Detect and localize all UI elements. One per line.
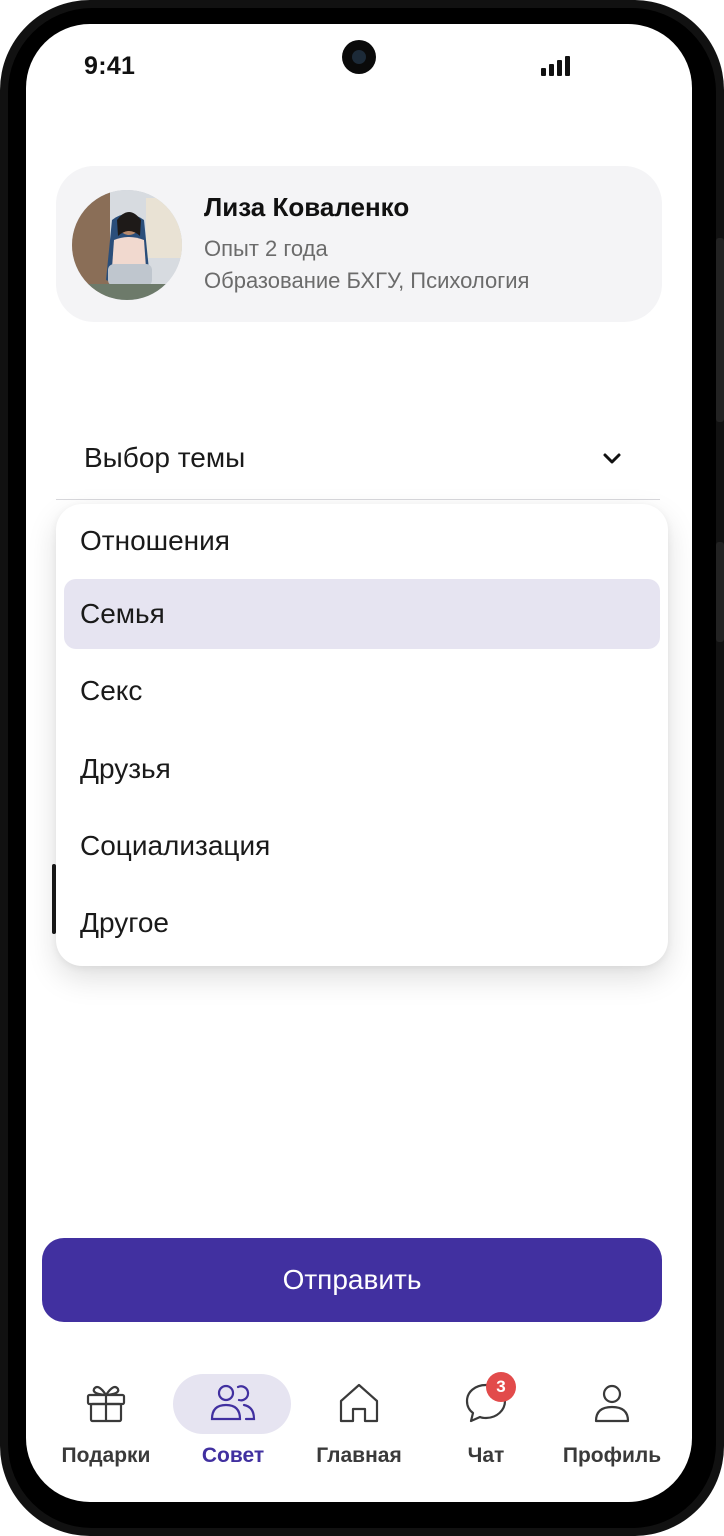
nav-home-label: Главная [316, 1444, 402, 1467]
topic-option-other[interactable]: Другое [64, 888, 660, 958]
experience-text: Опыт 2 года [204, 236, 328, 261]
chat-badge: 3 [486, 1372, 516, 1402]
screen: 9:41 Лиза Коваленко Опыт 2 года Образова… [26, 24, 692, 1502]
topic-option-family[interactable]: Семья [64, 579, 660, 649]
nav-advice[interactable]: Совет [171, 1372, 295, 1482]
topic-select-label: Выбор темы [84, 442, 246, 473]
chevron-down-icon [603, 453, 621, 464]
nav-chat[interactable]: 3 Чат [424, 1372, 548, 1482]
home-icon [339, 1383, 379, 1423]
topic-select[interactable]: Выбор темы [56, 424, 660, 500]
nav-home[interactable]: Главная [297, 1372, 421, 1482]
signal-icon [541, 56, 570, 76]
education-text: Образование БХГУ, Психология [204, 268, 530, 293]
side-button-volume [716, 542, 724, 642]
avatar [72, 190, 182, 300]
topic-option-socialization[interactable]: Социализация [64, 811, 660, 881]
topic-option-friends[interactable]: Друзья [64, 734, 660, 804]
nav-profile-label: Профиль [562, 1444, 662, 1467]
users-icon [210, 1384, 256, 1421]
psychologist-card[interactable]: Лиза Коваленко Опыт 2 года Образование Б… [56, 166, 662, 322]
nav-gifts-label: Подарки [61, 1444, 151, 1467]
psychologist-name: Лиза Коваленко [204, 192, 410, 222]
nav-gifts[interactable]: Подарки [44, 1372, 168, 1482]
side-button-power [716, 238, 724, 422]
phone-frame: 9:41 Лиза Коваленко Опыт 2 года Образова… [0, 0, 724, 1536]
topic-option-sex[interactable]: Секс [64, 656, 660, 726]
gift-icon [86, 1385, 126, 1423]
topic-dropdown: Отношения Семья Секс Друзья Социализация… [56, 504, 668, 966]
person-icon [594, 1384, 630, 1423]
topic-option-relationships[interactable]: Отношения [64, 506, 660, 576]
nav-chat-label: Чат [467, 1444, 505, 1467]
status-time: 9:41 [84, 52, 136, 80]
nav-advice-label: Совет [201, 1444, 265, 1467]
front-camera [342, 40, 376, 74]
nav-profile[interactable]: Профиль [550, 1372, 674, 1482]
send-button[interactable]: Отправить [42, 1238, 662, 1322]
